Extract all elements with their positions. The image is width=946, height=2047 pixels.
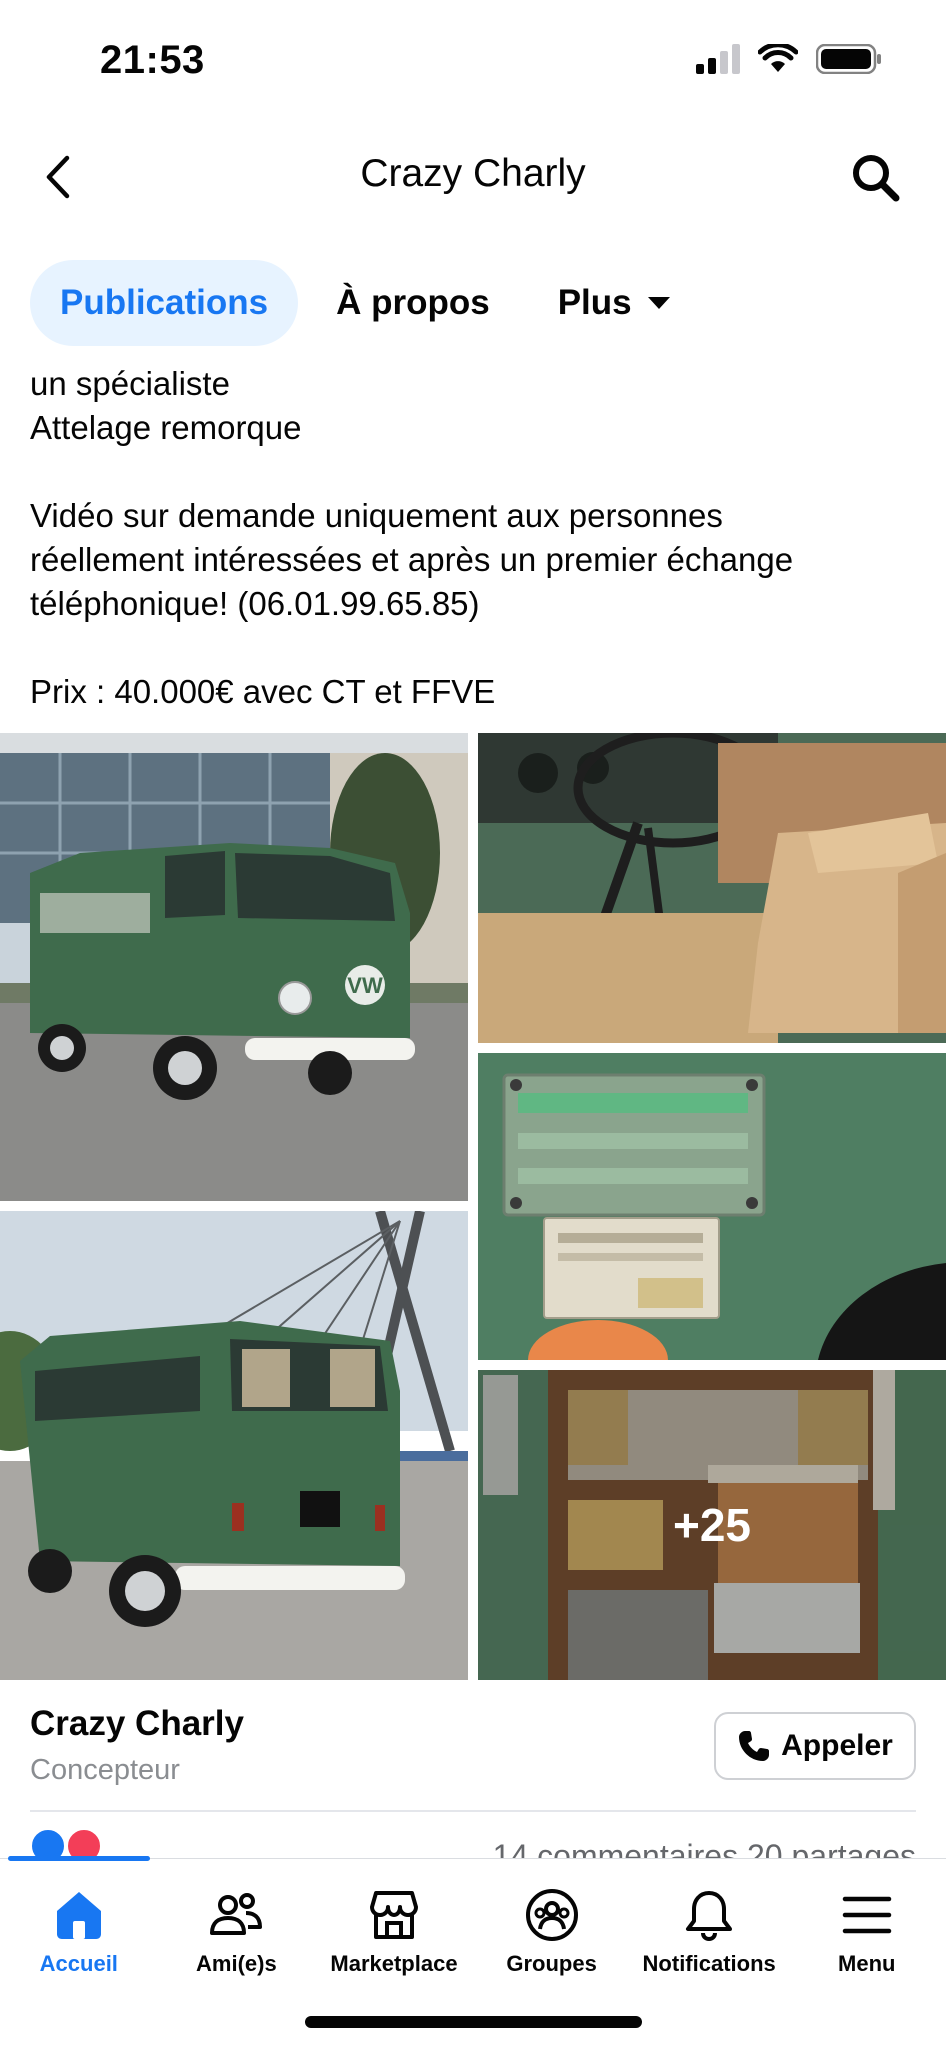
nav-item-notifications[interactable]: Notifications (630, 1859, 788, 1979)
caret-down-icon (647, 297, 670, 309)
nav-item-friends[interactable]: Ami(e)s (158, 1859, 316, 1979)
comments-shares-count[interactable]: 14 commentaires 20 partages (493, 1838, 916, 1860)
reactions-row[interactable]: 14 commentaires 20 partages (0, 1822, 946, 1860)
search-button[interactable] (846, 148, 906, 208)
photo-id-plates[interactable] (478, 1053, 946, 1360)
tab-label: À propos (336, 283, 490, 322)
nav-label: Ami(e)s (196, 1951, 277, 1976)
photo-camper-interior[interactable]: +25 (478, 1370, 946, 1680)
post-line: Prix : 40.000€ avec CT et FFVE (30, 673, 496, 710)
nav-item-home[interactable]: Accueil (0, 1859, 158, 1979)
divider (30, 1810, 916, 1812)
phone-icon (739, 1731, 770, 1761)
tab-about[interactable]: À propos (306, 260, 520, 346)
battery-icon (815, 43, 882, 79)
wifi-icon (757, 42, 799, 79)
post-line: Vidéo sur demande uniquement aux personn… (30, 497, 723, 534)
status-bar: 21:53 (0, 0, 946, 120)
menu-icon (837, 1885, 897, 1945)
svg-text:VW: VW (347, 973, 383, 998)
friends-icon (206, 1885, 266, 1945)
more-photos-overlay[interactable]: +25 (478, 1370, 946, 1680)
nav-label: Groupes (506, 1951, 597, 1976)
author-row: Crazy Charly Concepteur Appeler (30, 1700, 916, 1800)
post-line (30, 450, 920, 494)
search-icon (853, 155, 900, 202)
call-button-label: Appeler (781, 1729, 893, 1762)
photo-grid: VW +25 (0, 733, 946, 1680)
nav-label: Marketplace (330, 1951, 458, 1976)
page-title: Crazy Charly (360, 152, 586, 195)
nav-item-menu[interactable]: Menu (788, 1859, 946, 1979)
status-time: 21:53 (100, 38, 205, 82)
post-line: Attelage remorque (30, 409, 302, 446)
post-text: un spécialiste Attelage remorque Vidéo s… (30, 362, 920, 714)
call-button[interactable]: Appeler (714, 1712, 916, 1780)
profile-tabs: Publications À propos Plus (30, 260, 700, 346)
marketplace-icon (364, 1885, 424, 1945)
home-icon (49, 1885, 109, 1945)
home-indicator[interactable] (305, 2016, 642, 2028)
nav-label: Notifications (642, 1951, 776, 1976)
nav-item-marketplace[interactable]: Marketplace (315, 1859, 473, 1979)
tab-more[interactable]: Plus (528, 260, 700, 346)
status-icons (696, 42, 882, 79)
tab-label: Publications (60, 283, 269, 322)
photo-van-front[interactable]: VW (0, 733, 468, 1201)
post-line: un spécialiste (30, 365, 230, 402)
author-role: Concepteur (30, 1754, 180, 1786)
nav-item-groups[interactable]: Groupes (473, 1859, 631, 1979)
author-name[interactable]: Crazy Charly (30, 1704, 244, 1744)
tab-label: Plus (557, 283, 632, 322)
page-header: Crazy Charly (0, 130, 946, 224)
nav-label: Menu (838, 1951, 896, 1976)
photo-dashboard[interactable] (478, 733, 946, 1043)
photo-van-rear[interactable] (0, 1211, 468, 1680)
post-line: téléphonique! (06.01.99.65.85) (30, 585, 480, 622)
post-line: réellement intéressées et après un premi… (30, 541, 794, 578)
post-line (30, 626, 920, 670)
groups-icon (522, 1885, 582, 1945)
nav-label: Accueil (39, 1951, 118, 1976)
bell-icon (679, 1885, 739, 1945)
tab-publications[interactable]: Publications (30, 260, 299, 346)
signal-icon (696, 44, 740, 79)
